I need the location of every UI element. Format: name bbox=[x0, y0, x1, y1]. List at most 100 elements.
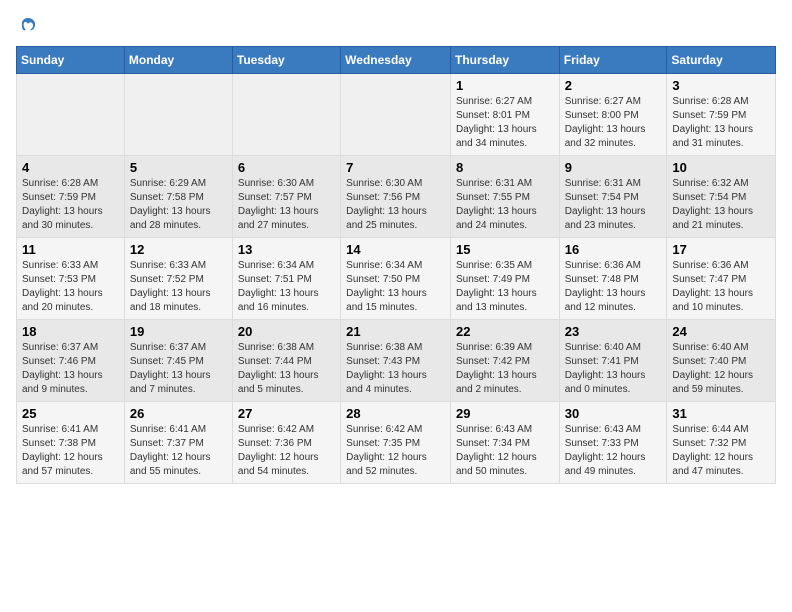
day-number: 30 bbox=[565, 406, 662, 421]
day-cell: 15 Sunrise: 6:35 AM Sunset: 7:49 PM Dayli… bbox=[450, 238, 559, 320]
day-number: 29 bbox=[456, 406, 554, 421]
day-info: Sunrise: 6:33 AM Sunset: 7:52 PM Dayligh… bbox=[130, 259, 227, 315]
day-number: 17 bbox=[672, 242, 770, 257]
day-number: 20 bbox=[238, 324, 335, 339]
day-cell bbox=[341, 74, 451, 156]
day-info: Sunrise: 6:41 AM Sunset: 7:38 PM Dayligh… bbox=[22, 423, 119, 479]
day-info: Sunrise: 6:34 AM Sunset: 7:50 PM Dayligh… bbox=[346, 259, 445, 315]
day-number: 7 bbox=[346, 160, 445, 175]
day-cell: 1 Sunrise: 6:27 AM Sunset: 8:01 PM Daylig… bbox=[450, 74, 559, 156]
day-cell: 28Sunrise: 6:42 AM Sunset: 7:35 PM Dayli… bbox=[341, 402, 451, 484]
day-number: 14 bbox=[346, 242, 445, 257]
day-cell bbox=[124, 74, 232, 156]
day-number: 23 bbox=[565, 324, 662, 339]
logo bbox=[16, 16, 40, 36]
day-number: 24 bbox=[672, 324, 770, 339]
day-cell: 7 Sunrise: 6:30 AM Sunset: 7:56 PM Daylig… bbox=[341, 156, 451, 238]
day-info: Sunrise: 6:30 AM Sunset: 7:57 PM Dayligh… bbox=[238, 177, 335, 233]
logo-bird-icon bbox=[18, 16, 38, 36]
header-cell-thursday: Thursday bbox=[450, 47, 559, 74]
day-cell bbox=[17, 74, 125, 156]
day-number: 16 bbox=[565, 242, 662, 257]
day-number: 11 bbox=[22, 242, 119, 257]
day-info: Sunrise: 6:32 AM Sunset: 7:54 PM Dayligh… bbox=[672, 177, 770, 233]
header-cell-saturday: Saturday bbox=[667, 47, 776, 74]
day-cell: 13 Sunrise: 6:34 AM Sunset: 7:51 PM Dayli… bbox=[232, 238, 340, 320]
day-info: Sunrise: 6:35 AM Sunset: 7:49 PM Dayligh… bbox=[456, 259, 554, 315]
day-cell: 6 Sunrise: 6:30 AM Sunset: 7:57 PM Daylig… bbox=[232, 156, 340, 238]
calendar-table: SundayMondayTuesdayWednesdayThursdayFrid… bbox=[16, 46, 776, 484]
day-cell: 11 Sunrise: 6:33 AM Sunset: 7:53 PM Dayli… bbox=[17, 238, 125, 320]
day-number: 27 bbox=[238, 406, 335, 421]
day-info: Sunrise: 6:34 AM Sunset: 7:51 PM Dayligh… bbox=[238, 259, 335, 315]
header-cell-monday: Monday bbox=[124, 47, 232, 74]
page-header bbox=[16, 16, 776, 36]
day-cell: 31Sunrise: 6:44 AM Sunset: 7:32 PM Dayli… bbox=[667, 402, 776, 484]
day-info: Sunrise: 6:37 AM Sunset: 7:45 PM Dayligh… bbox=[130, 341, 227, 397]
day-info: Sunrise: 6:27 AM Sunset: 8:01 PM Dayligh… bbox=[456, 95, 554, 151]
day-cell bbox=[232, 74, 340, 156]
day-info: Sunrise: 6:33 AM Sunset: 7:53 PM Dayligh… bbox=[22, 259, 119, 315]
day-number: 1 bbox=[456, 78, 554, 93]
day-info: Sunrise: 6:38 AM Sunset: 7:44 PM Dayligh… bbox=[238, 341, 335, 397]
header-cell-sunday: Sunday bbox=[17, 47, 125, 74]
day-cell: 24 Sunrise: 6:40 AM Sunset: 7:40 PM Dayli… bbox=[667, 320, 776, 402]
day-number: 28 bbox=[346, 406, 445, 421]
day-cell: 8 Sunrise: 6:31 AM Sunset: 7:55 PM Daylig… bbox=[450, 156, 559, 238]
day-cell: 23 Sunrise: 6:40 AM Sunset: 7:41 PM Dayli… bbox=[559, 320, 667, 402]
day-number: 19 bbox=[130, 324, 227, 339]
day-number: 18 bbox=[22, 324, 119, 339]
day-cell: 26 Sunrise: 6:41 AM Sunset: 7:37 PM Dayli… bbox=[124, 402, 232, 484]
calendar-header: SundayMondayTuesdayWednesdayThursdayFrid… bbox=[17, 47, 776, 74]
header-cell-wednesday: Wednesday bbox=[341, 47, 451, 74]
day-cell: 21Sunrise: 6:38 AM Sunset: 7:43 PM Dayli… bbox=[341, 320, 451, 402]
day-cell: 4Sunrise: 6:28 AM Sunset: 7:59 PM Daylig… bbox=[17, 156, 125, 238]
week-row-3: 11 Sunrise: 6:33 AM Sunset: 7:53 PM Dayli… bbox=[17, 238, 776, 320]
day-number: 2 bbox=[565, 78, 662, 93]
week-row-1: 1 Sunrise: 6:27 AM Sunset: 8:01 PM Daylig… bbox=[17, 74, 776, 156]
day-info: Sunrise: 6:36 AM Sunset: 7:48 PM Dayligh… bbox=[565, 259, 662, 315]
day-number: 5 bbox=[130, 160, 227, 175]
header-cell-friday: Friday bbox=[559, 47, 667, 74]
day-info: Sunrise: 6:31 AM Sunset: 7:54 PM Dayligh… bbox=[565, 177, 662, 233]
week-row-5: 25 Sunrise: 6:41 AM Sunset: 7:38 PM Dayli… bbox=[17, 402, 776, 484]
day-number: 25 bbox=[22, 406, 119, 421]
day-number: 10 bbox=[672, 160, 770, 175]
day-number: 26 bbox=[130, 406, 227, 421]
day-number: 13 bbox=[238, 242, 335, 257]
day-number: 15 bbox=[456, 242, 554, 257]
day-number: 9 bbox=[565, 160, 662, 175]
header-row: SundayMondayTuesdayWednesdayThursdayFrid… bbox=[17, 47, 776, 74]
day-info: Sunrise: 6:43 AM Sunset: 7:34 PM Dayligh… bbox=[456, 423, 554, 479]
day-info: Sunrise: 6:28 AM Sunset: 7:59 PM Dayligh… bbox=[672, 95, 770, 151]
day-info: Sunrise: 6:27 AM Sunset: 8:00 PM Dayligh… bbox=[565, 95, 662, 151]
calendar-body: 1 Sunrise: 6:27 AM Sunset: 8:01 PM Daylig… bbox=[17, 74, 776, 484]
day-cell: 16 Sunrise: 6:36 AM Sunset: 7:48 PM Dayli… bbox=[559, 238, 667, 320]
day-number: 3 bbox=[672, 78, 770, 93]
day-info: Sunrise: 6:42 AM Sunset: 7:36 PM Dayligh… bbox=[238, 423, 335, 479]
day-cell: 12 Sunrise: 6:33 AM Sunset: 7:52 PM Dayli… bbox=[124, 238, 232, 320]
day-info: Sunrise: 6:28 AM Sunset: 7:59 PM Dayligh… bbox=[22, 177, 119, 233]
day-cell: 30Sunrise: 6:43 AM Sunset: 7:33 PM Dayli… bbox=[559, 402, 667, 484]
day-cell: 20 Sunrise: 6:38 AM Sunset: 7:44 PM Dayli… bbox=[232, 320, 340, 402]
day-number: 8 bbox=[456, 160, 554, 175]
day-cell: 29 Sunrise: 6:43 AM Sunset: 7:34 PM Dayli… bbox=[450, 402, 559, 484]
week-row-4: 18Sunrise: 6:37 AM Sunset: 7:46 PM Dayli… bbox=[17, 320, 776, 402]
day-cell: 5Sunrise: 6:29 AM Sunset: 7:58 PM Daylig… bbox=[124, 156, 232, 238]
day-info: Sunrise: 6:41 AM Sunset: 7:37 PM Dayligh… bbox=[130, 423, 227, 479]
day-info: Sunrise: 6:40 AM Sunset: 7:41 PM Dayligh… bbox=[565, 341, 662, 397]
day-info: Sunrise: 6:38 AM Sunset: 7:43 PM Dayligh… bbox=[346, 341, 445, 397]
header-cell-tuesday: Tuesday bbox=[232, 47, 340, 74]
day-number: 6 bbox=[238, 160, 335, 175]
day-cell: 18Sunrise: 6:37 AM Sunset: 7:46 PM Dayli… bbox=[17, 320, 125, 402]
day-cell: 9 Sunrise: 6:31 AM Sunset: 7:54 PM Daylig… bbox=[559, 156, 667, 238]
day-info: Sunrise: 6:40 AM Sunset: 7:40 PM Dayligh… bbox=[672, 341, 770, 397]
day-number: 12 bbox=[130, 242, 227, 257]
day-number: 22 bbox=[456, 324, 554, 339]
day-cell: 22 Sunrise: 6:39 AM Sunset: 7:42 PM Dayli… bbox=[450, 320, 559, 402]
day-info: Sunrise: 6:31 AM Sunset: 7:55 PM Dayligh… bbox=[456, 177, 554, 233]
day-info: Sunrise: 6:30 AM Sunset: 7:56 PM Dayligh… bbox=[346, 177, 445, 233]
day-cell: 25 Sunrise: 6:41 AM Sunset: 7:38 PM Dayli… bbox=[17, 402, 125, 484]
day-info: Sunrise: 6:39 AM Sunset: 7:42 PM Dayligh… bbox=[456, 341, 554, 397]
day-cell: 10 Sunrise: 6:32 AM Sunset: 7:54 PM Dayli… bbox=[667, 156, 776, 238]
